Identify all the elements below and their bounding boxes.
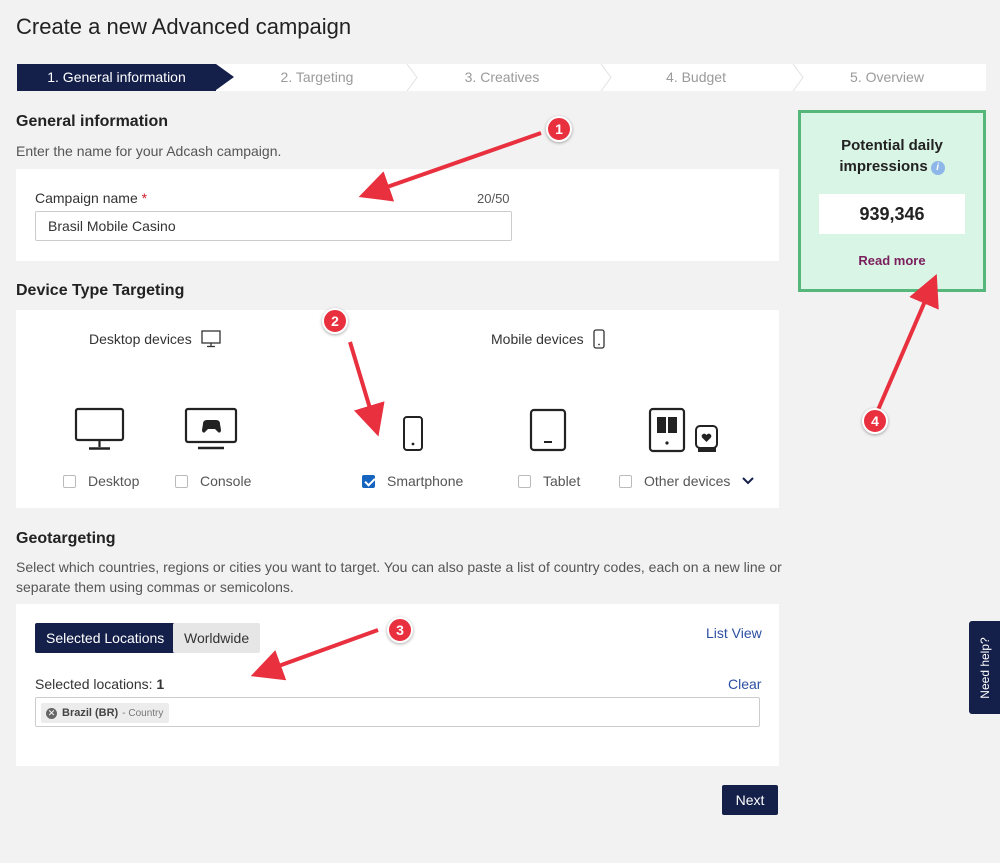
campaign-stepper: 1. General information 2. Targeting 3. C… [17, 64, 986, 91]
character-counter: 20/50 [477, 191, 510, 206]
page-title: Create a new Advanced campaign [16, 14, 352, 39]
monitor-small-icon [201, 330, 221, 348]
info-icon[interactable]: i [930, 161, 945, 175]
annotation-badge-2: 2 [322, 308, 348, 334]
smartphone-icon [403, 416, 423, 451]
step-general-information[interactable]: 1. General information [17, 64, 216, 91]
device-targeting-card: Desktop devices Mobile devices Desktop C… [16, 310, 779, 508]
general-info-description: Enter the name for your Adcash campaign. [16, 143, 282, 159]
campaign-name-input[interactable]: Brasil Mobile Casino [35, 211, 512, 241]
step-targeting[interactable]: 2. Targeting [227, 64, 407, 91]
mobile-devices-label: Mobile devices [491, 331, 584, 347]
tablet-icon [529, 408, 567, 452]
annotation-arrow-4 [876, 273, 939, 411]
desktop-devices-heading: Desktop devices [89, 329, 222, 349]
impressions-value: 939,346 [819, 194, 965, 234]
desktop-icon [74, 407, 125, 450]
phone-small-icon [592, 329, 605, 349]
need-help-label: Need help? [977, 636, 992, 699]
smartphone-checkbox-label: Smartphone [387, 473, 464, 489]
chevron-down-icon[interactable] [741, 476, 755, 486]
clear-link[interactable]: Clear [728, 676, 761, 692]
ereader-watch-icon [648, 407, 718, 453]
campaign-name-label-text: Campaign name [35, 190, 138, 206]
step-creatives[interactable]: 3. Creatives [417, 64, 587, 91]
console-icon [184, 407, 238, 450]
annotation-badge-3: 3 [387, 617, 413, 643]
device-targeting-title: Device Type Targeting [16, 282, 185, 299]
smartphone-checkbox-row[interactable]: Smartphone [362, 473, 463, 489]
selected-locations-text: Selected locations: [35, 676, 153, 692]
general-info-title: General information [16, 113, 169, 130]
impressions-title-line2: impressions [839, 158, 928, 175]
location-tag-type: - Country [122, 707, 164, 719]
mobile-devices-heading: Mobile devices [491, 329, 606, 349]
tablet-checkbox[interactable] [518, 474, 531, 488]
geotargeting-description: Select which countries, regions or citie… [16, 559, 782, 595]
selected-locations-count: 1 [156, 676, 165, 692]
console-checkbox-row[interactable]: Console [175, 473, 251, 489]
other-devices-checkbox[interactable] [619, 474, 632, 488]
tab-selected-locations[interactable]: Selected Locations [35, 623, 176, 653]
location-tag-name: Brazil (BR) [62, 707, 119, 719]
tab-worldwide[interactable]: Worldwide [173, 623, 261, 653]
desktop-checkbox[interactable] [63, 474, 76, 488]
location-tag: ✕ Brazil (BR) - Country [41, 703, 170, 723]
annotation-badge-1: 1 [546, 116, 572, 142]
tablet-checkbox-row[interactable]: Tablet [518, 473, 580, 489]
list-view-link[interactable]: List View [706, 625, 762, 641]
desktop-devices-label: Desktop devices [89, 331, 192, 347]
next-button[interactable]: Next [722, 785, 778, 815]
desktop-checkbox-label: Desktop [88, 473, 140, 489]
need-help-button[interactable]: Need help? [969, 621, 1000, 714]
desktop-checkbox-row[interactable]: Desktop [63, 473, 139, 489]
other-devices-checkbox-row[interactable]: Other devices [619, 473, 755, 489]
other-devices-checkbox-label: Other devices [644, 473, 731, 489]
tablet-checkbox-label: Tablet [543, 473, 581, 489]
campaign-name-label: Campaign name * [35, 190, 147, 206]
campaign-name-card: Campaign name * 20/50 Brasil Mobile Casi… [16, 169, 779, 261]
console-checkbox-label: Console [200, 473, 252, 489]
selected-locations-label: Selected locations: 1 [35, 676, 164, 692]
impressions-title: Potential daily impressions i [801, 135, 983, 177]
console-checkbox[interactable] [175, 474, 188, 488]
step-budget[interactable]: 4. Budget [607, 64, 785, 91]
read-more-link[interactable]: Read more [801, 253, 983, 268]
smartphone-checkbox[interactable] [362, 474, 375, 488]
potential-impressions-panel: Potential daily impressions i 939,346 Rea… [798, 110, 986, 292]
step-overview[interactable]: 5. Overview [797, 64, 977, 91]
geotargeting-title: Geotargeting [16, 530, 116, 547]
remove-tag-icon[interactable]: ✕ [46, 707, 57, 719]
impressions-title-line1: Potential daily [841, 137, 943, 154]
required-mark: * [141, 190, 148, 206]
annotation-badge-4: 4 [862, 408, 888, 434]
